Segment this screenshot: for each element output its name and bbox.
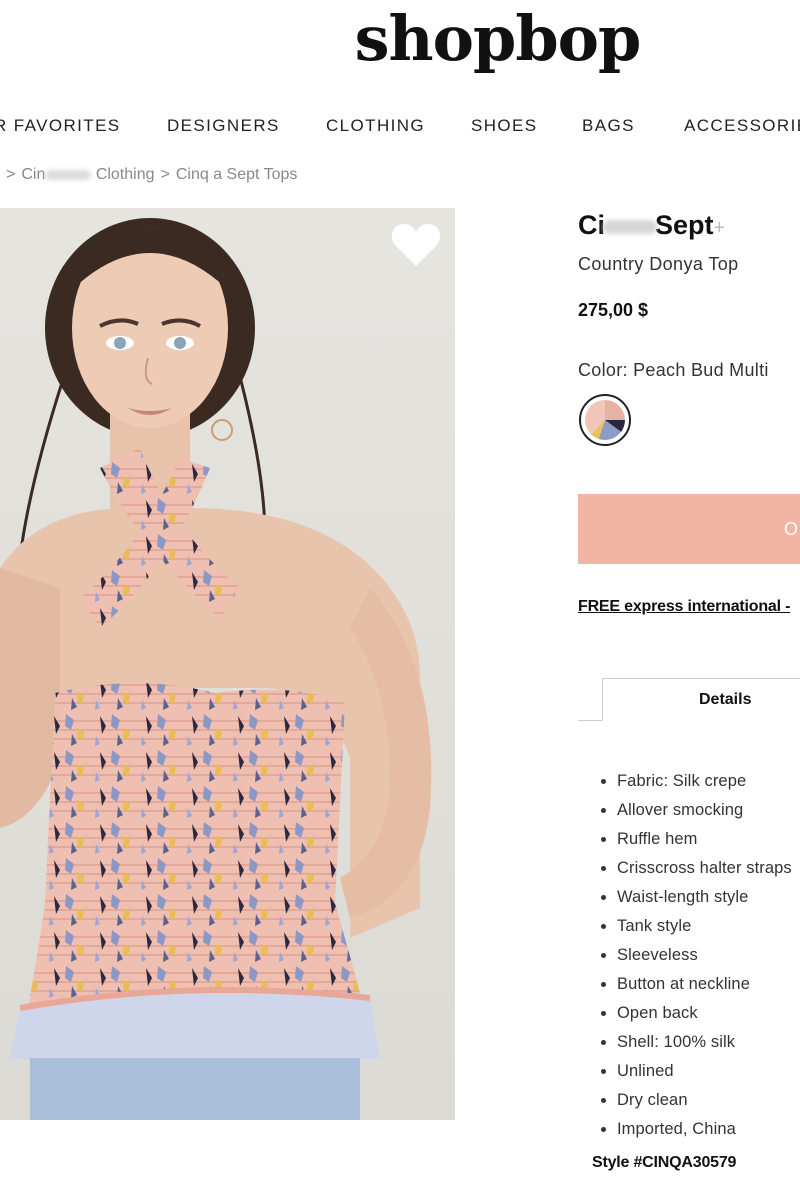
nav-item-favorites[interactable]: R FAVORITES [0,116,167,136]
breadcrumb-item-clothing[interactable]: Cin Clothing [21,166,154,183]
main-nav: R FAVORITES DESIGNERS CLOTHING SHOES BAG… [0,116,800,136]
product-price: 275,00 $ [578,300,649,320]
list-item: Dry clean [617,1087,792,1116]
list-item: Button at neckline [617,971,792,1000]
product-page: shopbop R FAVORITES DESIGNERS CLOTHING S… [0,0,800,1200]
heart-icon[interactable] [390,222,442,268]
add-to-bag-button[interactable]: O [578,494,800,564]
list-item: Sleeveless [617,942,792,971]
color-label: Color: Peach Bud Multi [578,360,769,380]
list-item: Allover smocking [617,797,792,826]
redacted-blur [603,219,657,234]
color-swatch[interactable] [579,394,631,446]
feature-list: Fabric: Silk crepe Allover smocking Ruff… [597,768,792,1145]
list-item: Unlined [617,1058,792,1087]
list-item: Shell: 100% silk [617,1029,792,1058]
nav-item-shoes[interactable]: SHOES [471,116,582,136]
list-item: Fabric: Silk crepe [617,768,792,797]
follow-plus-icon[interactable]: + [714,217,726,239]
product-name: Country Donya Top [578,254,739,274]
list-item: Waist-length style [617,884,792,913]
tab-details[interactable]: Details [602,678,800,721]
product-image[interactable] [0,208,455,1120]
list-item: Crisscross halter straps [617,855,792,884]
breadcrumb: s>Cin Clothing>Cinq a Sept Tops [0,166,297,184]
free-shipping-link[interactable]: FREE express international - [578,598,790,616]
style-number: Style #CINQA30579 [592,1154,737,1171]
breadcrumb-separator: > [6,166,16,183]
model-illustration [0,218,432,1120]
list-item: Tank style [617,913,792,942]
breadcrumb-item-tops[interactable]: Cinq a Sept Tops [176,166,298,183]
brand-name[interactable]: Ci Sept+ [578,210,725,241]
swatch-pattern [585,400,625,440]
shopbop-logo[interactable]: shopbop [0,2,800,75]
list-item: Imported, China [617,1116,792,1145]
nav-item-accessories[interactable]: ACCESSORIE [684,116,800,136]
list-item: Open back [617,1000,792,1029]
nav-item-clothing[interactable]: CLOTHING [326,116,471,136]
breadcrumb-separator: > [160,166,170,183]
nav-item-designers[interactable]: DESIGNERS [167,116,326,136]
redacted-blur [45,169,92,180]
nav-item-bags[interactable]: BAGS [582,116,684,136]
list-item: Ruffle hem [617,826,792,855]
